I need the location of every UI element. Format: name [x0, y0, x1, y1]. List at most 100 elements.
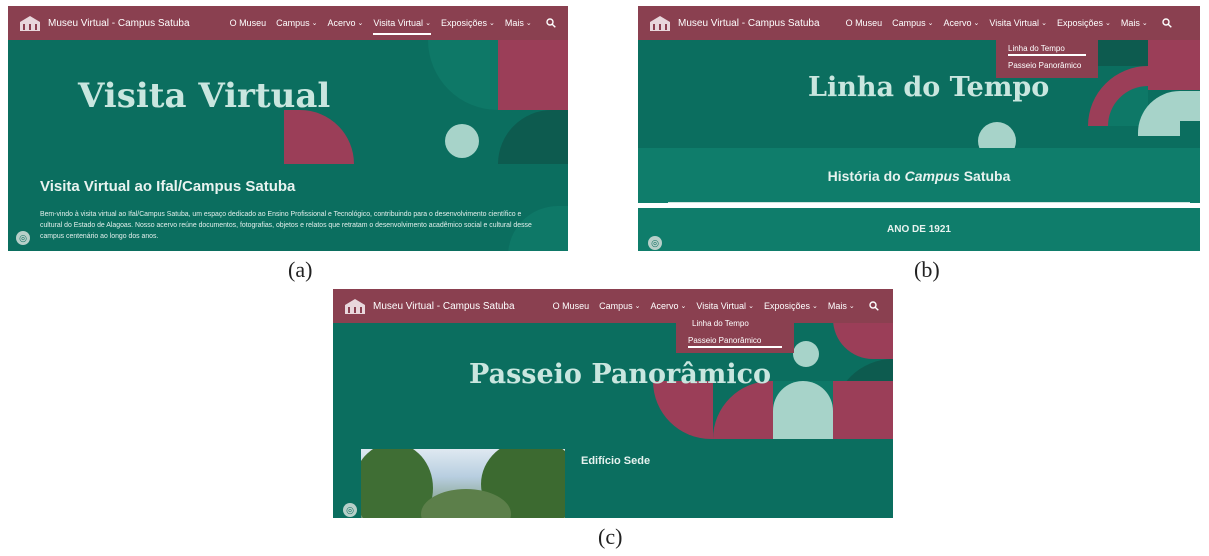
nav-campus[interactable]: Campus ⌄ — [892, 18, 933, 28]
nav-label: Exposições — [1056, 18, 1103, 28]
navbar: Museu Virtual - Campus Satuba O Museu Ca… — [638, 6, 1200, 40]
history-prefix: História do — [827, 167, 905, 184]
nav-label: O Museu — [845, 18, 883, 28]
nav-label: Campus — [276, 18, 310, 28]
nav-label: Mais — [1120, 18, 1140, 28]
nav-label: Mais — [504, 18, 524, 28]
page-title: Passeio Panorâmico — [469, 359, 772, 390]
museum-logo-icon[interactable] — [650, 15, 670, 31]
nav-museu[interactable]: O Museu — [846, 18, 883, 28]
nav-label: Campus — [599, 301, 633, 311]
museum-logo-icon[interactable] — [20, 15, 40, 31]
nav-campus[interactable]: Campus ⌄ — [276, 18, 317, 28]
chevron-down-icon: ⌄ — [811, 303, 818, 310]
nav-label: Campus — [892, 18, 926, 28]
history-title: História do Campus Satuba — [828, 168, 1011, 184]
nav-mais[interactable]: Mais ⌄ — [828, 301, 855, 311]
nav-visita-virtual[interactable]: Visita Virtual ⌄ — [989, 18, 1047, 28]
search-icon[interactable] — [869, 301, 879, 311]
year-label: ANO DE 1921 — [887, 224, 951, 235]
navbar: Museu Virtual - Campus Satuba O Museu Ca… — [8, 6, 568, 40]
nav-acervo[interactable]: Acervo ⌄ — [943, 18, 979, 28]
chevron-down-icon: ⌄ — [748, 303, 754, 310]
chevron-down-icon: ⌄ — [1141, 20, 1148, 27]
nav-label: O Museu — [229, 18, 267, 28]
chevron-down-icon: ⌄ — [525, 20, 532, 27]
nav-exposicoes[interactable]: Exposições ⌄ — [1057, 18, 1111, 28]
intro-text: Bem-vindo à visita virtual ao Ifal/Campu… — [40, 211, 532, 240]
site-brand[interactable]: Museu Virtual - Campus Satuba — [373, 301, 515, 312]
nav-label: Acervo — [650, 301, 679, 311]
chevron-down-icon: ⌄ — [357, 20, 364, 27]
visita-virtual-dropdown: Linha do Tempo Passeio Panorâmico — [676, 311, 794, 353]
white-gap — [638, 203, 1200, 208]
history-banner: História do Campus Satuba — [638, 148, 1200, 203]
decor-shape — [833, 319, 893, 359]
decor-shape — [498, 110, 568, 164]
instagram-icon[interactable]: ◎ — [16, 231, 30, 245]
nav-mais[interactable]: Mais ⌄ — [1121, 18, 1148, 28]
instagram-icon[interactable]: ◎ — [648, 236, 662, 250]
instagram-icon[interactable]: ◎ — [343, 503, 357, 517]
history-italic: Campus — [904, 167, 960, 184]
site-brand[interactable]: Museu Virtual - Campus Satuba — [678, 18, 820, 29]
nav-exposicoes[interactable]: Exposições ⌄ — [441, 18, 495, 28]
nav-label: Exposições — [440, 18, 487, 28]
nav-label: O Museu — [552, 301, 590, 311]
screenshot-c: Museu Virtual - Campus Satuba O Museu Ca… — [333, 289, 893, 518]
nav-label: Visita Virtual — [373, 18, 424, 28]
history-suffix: Satuba — [959, 167, 1011, 184]
decor-shape — [445, 124, 479, 158]
nav-museu[interactable]: O Museu — [230, 18, 267, 28]
nav-label: Visita Virtual — [989, 18, 1040, 28]
dropdown-item-linha-do-tempo[interactable]: Linha do Tempo — [676, 315, 794, 332]
year-banner: ANO DE 1921 — [638, 208, 1200, 251]
page-title: Visita Virtual — [78, 76, 331, 116]
nav-acervo[interactable]: Acervo ⌄ — [650, 301, 686, 311]
nav-label: Acervo — [327, 18, 356, 28]
building-title: Edifício Sede — [581, 455, 651, 467]
visita-virtual-dropdown: Linha do Tempo Passeio Panorâmico — [996, 36, 1098, 78]
caption-b: (b) — [914, 257, 940, 282]
section-title: Visita Virtual ao Ifal/Campus Satuba — [40, 178, 296, 195]
site-brand[interactable]: Museu Virtual - Campus Satuba — [48, 18, 190, 29]
chevron-down-icon: ⌄ — [848, 303, 855, 310]
dropdown-item-passeio-panoramico[interactable]: Passeio Panorâmico — [996, 57, 1098, 74]
nav-campus[interactable]: Campus ⌄ — [599, 301, 640, 311]
nav-exposicoes[interactable]: Exposições ⌄ — [764, 301, 818, 311]
nav-mais[interactable]: Mais ⌄ — [505, 18, 532, 28]
chevron-down-icon: ⌄ — [488, 20, 495, 27]
chevron-down-icon: ⌄ — [1104, 20, 1111, 27]
chevron-down-icon: ⌄ — [311, 20, 318, 27]
chevron-down-icon: ⌄ — [425, 20, 431, 27]
nav-acervo[interactable]: Acervo ⌄ — [327, 18, 363, 28]
screenshot-b: Museu Virtual - Campus Satuba O Museu Ca… — [638, 6, 1200, 251]
search-icon[interactable] — [1162, 18, 1172, 28]
nav-label: Acervo — [943, 18, 972, 28]
decor-shape — [498, 40, 568, 110]
caption-a: (a) — [288, 257, 313, 282]
building-photo — [361, 449, 565, 518]
caption-c: (c) — [598, 524, 623, 549]
nav-visita-virtual[interactable]: Visita Virtual ⌄ — [373, 18, 431, 35]
nav-label: Exposições — [763, 301, 810, 311]
decor-shape — [284, 110, 354, 164]
decor-shape — [1180, 91, 1200, 121]
chevron-down-icon: ⌄ — [927, 20, 934, 27]
nav-label: Visita Virtual — [696, 301, 747, 311]
chevron-down-icon: ⌄ — [1041, 20, 1047, 27]
nav-label: Mais — [827, 301, 847, 311]
chevron-down-icon: ⌄ — [680, 303, 687, 310]
dropdown-item-linha-do-tempo[interactable]: Linha do Tempo — [996, 40, 1098, 57]
museum-logo-icon[interactable] — [345, 298, 365, 314]
decor-shape — [793, 341, 819, 367]
screenshot-a: Museu Virtual - Campus Satuba O Museu Ca… — [8, 6, 568, 251]
chevron-down-icon: ⌄ — [973, 20, 980, 27]
dropdown-item-passeio-panoramico[interactable]: Passeio Panorâmico — [676, 332, 794, 349]
chevron-down-icon: ⌄ — [634, 303, 641, 310]
nav-museu[interactable]: O Museu — [553, 301, 590, 311]
nav-visita-virtual[interactable]: Visita Virtual ⌄ — [696, 301, 754, 311]
decor-shape — [833, 381, 893, 439]
decor-shape — [773, 381, 833, 439]
search-icon[interactable] — [546, 18, 556, 28]
